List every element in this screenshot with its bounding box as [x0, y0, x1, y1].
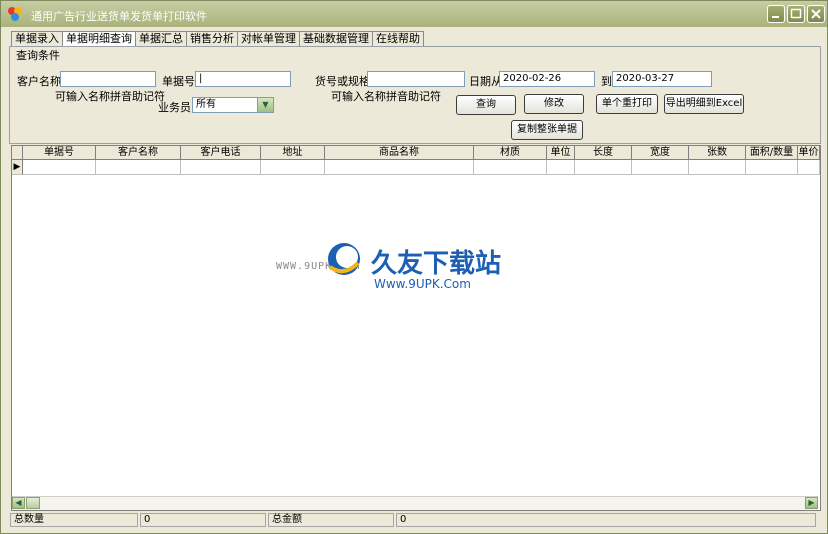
grid-cell[interactable] — [261, 160, 325, 175]
grid-cell[interactable] — [798, 160, 820, 175]
column-header[interactable]: 客户电话 — [181, 146, 261, 160]
spec-hint: 可输入名称拼音助记符 — [331, 90, 441, 103]
column-header[interactable]: 单位 — [547, 146, 575, 160]
tab-sales-analysis[interactable]: 销售分析 — [186, 31, 238, 46]
detail-grid[interactable]: 单据号 客户名称 客户电话 地址 商品名称 材质 单位 长度 宽度 张数 面积/… — [11, 145, 821, 511]
tab-basic-data[interactable]: 基础数据管理 — [299, 31, 373, 46]
column-header[interactable]: 单价 — [798, 146, 820, 160]
reprint-button[interactable]: 单个重打印 — [596, 94, 658, 114]
close-icon — [811, 9, 821, 19]
tab-summary[interactable]: 单据汇总 — [135, 31, 187, 46]
column-header[interactable]: 地址 — [261, 146, 325, 160]
maximize-icon — [790, 8, 802, 19]
total-qty-label: 总数量 — [10, 513, 138, 527]
salesman-select[interactable]: 所有 ▼ — [192, 97, 274, 113]
grid-cell[interactable] — [181, 160, 261, 175]
column-header[interactable]: 客户名称 — [96, 146, 181, 160]
watermark-logo-icon — [328, 243, 360, 275]
date-from-label: 日期从 — [469, 75, 502, 88]
minimize-button[interactable] — [767, 5, 785, 23]
date-from-input[interactable]: 2020-02-26 — [499, 71, 595, 87]
horizontal-scrollbar[interactable]: ◀ ▶ — [12, 496, 818, 510]
close-button[interactable] — [807, 5, 825, 23]
query-group-label: 查询条件 — [16, 49, 60, 62]
column-header[interactable]: 宽度 — [632, 146, 689, 160]
docno-label: 单据号 — [162, 75, 195, 88]
column-header[interactable]: 面积/数量 — [746, 146, 798, 160]
column-header[interactable]: 材质 — [474, 146, 547, 160]
scroll-left-icon[interactable]: ◀ — [12, 497, 25, 509]
export-excel-button[interactable]: 导出明细到Excel — [664, 94, 744, 114]
copy-document-button[interactable]: 复制整张单据 — [511, 120, 583, 140]
scroll-right-icon[interactable]: ▶ — [805, 497, 818, 509]
grid-cell[interactable] — [689, 160, 746, 175]
salesman-label: 业务员 — [158, 101, 191, 114]
tab-entry[interactable]: 单据录入 — [11, 31, 63, 46]
grid-cell[interactable] — [547, 160, 575, 175]
tab-bar: 单据录入 单据明细查询 单据汇总 销售分析 对帐单管理 基础数据管理 在线帮助 — [11, 31, 424, 46]
watermark: WWW.9UPK.COM 久友下载站 Www.9UPK.Com — [276, 241, 516, 296]
column-header[interactable]: 单据号 — [23, 146, 96, 160]
modify-button[interactable]: 修改 — [524, 94, 584, 114]
tab-statement[interactable]: 对帐单管理 — [237, 31, 300, 46]
main-window: 通用广告行业送货单发货单打印软件 单据录入 单据明细查询 单据汇总 销售分析 对… — [0, 0, 828, 534]
customer-label: 客户名称 — [17, 75, 61, 88]
grid-header: 单据号 客户名称 客户电话 地址 商品名称 材质 单位 长度 宽度 张数 面积/… — [12, 146, 820, 160]
spec-input[interactable] — [367, 71, 465, 87]
salesman-value: 所有 — [196, 99, 216, 110]
watermark-url: Www.9UPK.Com — [374, 277, 471, 291]
total-qty-value: 0 — [140, 513, 266, 527]
customer-hint: 可输入名称拼音助记符 — [55, 90, 165, 103]
table-row[interactable]: ▶ — [12, 160, 820, 175]
app-icon — [8, 7, 22, 21]
scroll-thumb[interactable] — [26, 497, 40, 509]
watermark-brand: 久友下载站 — [371, 249, 502, 279]
query-button[interactable]: 查询 — [456, 95, 516, 115]
chevron-down-icon[interactable]: ▼ — [257, 98, 273, 112]
customer-input[interactable] — [60, 71, 156, 87]
total-amount-value: 0 — [396, 513, 816, 527]
grid-cell[interactable] — [23, 160, 96, 175]
minimize-icon — [772, 16, 779, 18]
tab-detail-query[interactable]: 单据明细查询 — [62, 31, 136, 46]
grid-cell[interactable] — [575, 160, 632, 175]
date-to-label: 到 — [601, 75, 612, 88]
grid-cell[interactable] — [474, 160, 547, 175]
grid-cell[interactable] — [632, 160, 689, 175]
window-title: 通用广告行业送货单发货单打印软件 — [31, 10, 207, 23]
column-header[interactable]: 长度 — [575, 146, 632, 160]
status-bar: 总数量 0 总金额 0 — [10, 513, 820, 527]
maximize-button[interactable] — [787, 5, 805, 23]
grid-cell[interactable] — [325, 160, 474, 175]
title-bar[interactable]: 通用广告行业送货单发货单打印软件 — [1, 1, 827, 27]
total-amount-label: 总金额 — [268, 513, 394, 527]
grid-corner — [12, 146, 23, 160]
column-header[interactable]: 张数 — [689, 146, 746, 160]
grid-cell[interactable] — [96, 160, 181, 175]
docno-input[interactable]: | — [195, 71, 291, 87]
grid-cell[interactable] — [746, 160, 798, 175]
date-to-input[interactable]: 2020-03-27 — [612, 71, 712, 87]
row-pointer-icon: ▶ — [12, 160, 23, 175]
tab-online-help[interactable]: 在线帮助 — [372, 31, 424, 46]
column-header[interactable]: 商品名称 — [325, 146, 474, 160]
spec-label: 货号或规格 — [315, 75, 370, 88]
